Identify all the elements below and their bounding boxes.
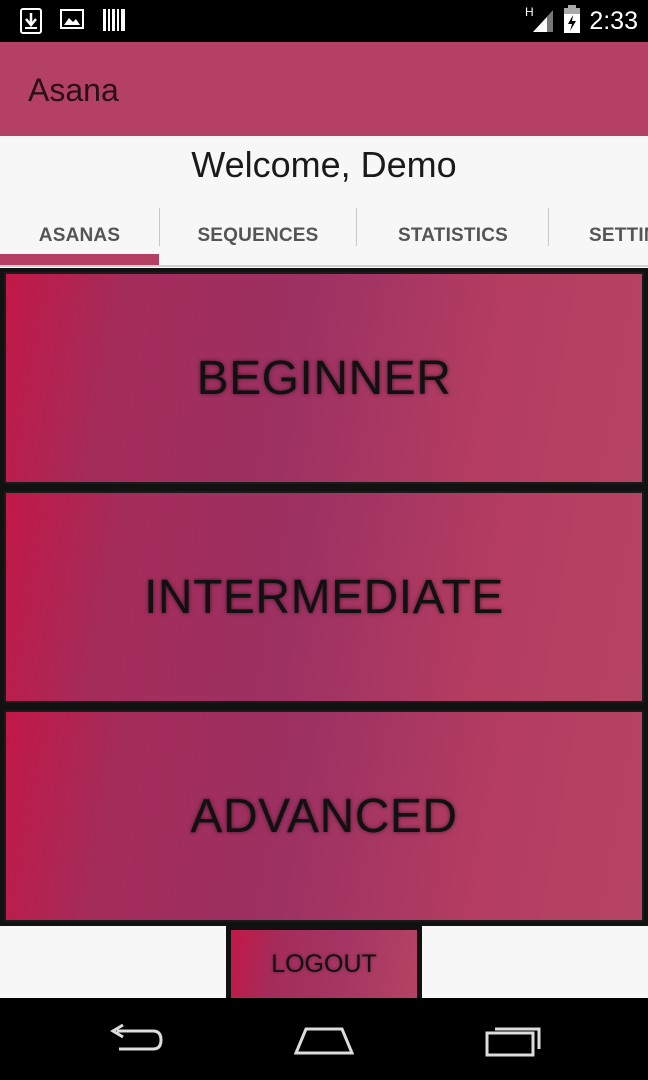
main-content: Welcome, Demo ASANAS SEQUENCES STATISTIC… [0,136,648,998]
intermediate-button[interactable]: INTERMEDIATE [4,491,644,703]
tab-sequences[interactable]: SEQUENCES [160,204,356,268]
level-label: BEGINNER [196,351,452,405]
logout-button[interactable]: LOGOUT [226,926,422,998]
level-list: BEGINNER INTERMEDIATE ADVANCED [0,268,648,926]
footer: LOGOUT [0,926,648,998]
status-bar: H 2:33 [0,0,648,42]
signal-icon: H [525,4,555,39]
logout-label: LOGOUT [231,930,417,998]
app-bar: Asana [0,42,648,136]
beginner-button[interactable]: BEGINNER [4,272,644,484]
welcome-message: Welcome, Demo [191,144,457,185]
tab-settings[interactable]: SETTINGS [549,204,648,268]
battery-icon [563,4,581,39]
image-icon [60,8,84,39]
back-icon[interactable] [95,1018,175,1062]
system-status: H 2:33 [525,4,638,39]
app-title: Asana [28,72,119,108]
home-icon[interactable] [284,1018,364,1062]
tab-label: ASANAS [38,225,121,246]
tab-label: STATISTICS [397,225,509,246]
tab-label: SETTINGS [589,225,648,246]
network-type: H [525,5,534,19]
tab-label: SEQUENCES [197,225,319,246]
navigation-bar [0,998,648,1080]
notification-icons [20,8,126,39]
barcode-icon [102,8,126,39]
tabs-underline [0,265,648,267]
recents-icon[interactable] [474,1018,554,1062]
level-label: ADVANCED [190,789,458,843]
clock: 2:33 [589,7,638,35]
tab-statistics[interactable]: STATISTICS [357,204,549,268]
level-label: INTERMEDIATE [144,570,504,624]
download-icon [20,8,42,39]
advanced-button[interactable]: ADVANCED [4,710,644,922]
